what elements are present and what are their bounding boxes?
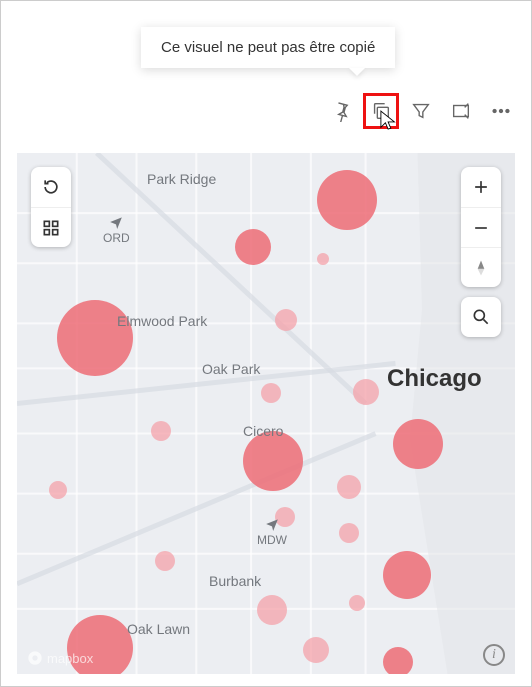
data-bubble[interactable] <box>317 253 329 265</box>
focus-icon <box>450 100 472 122</box>
pin-icon <box>330 100 352 122</box>
data-bubble[interactable] <box>317 170 377 230</box>
data-bubble[interactable] <box>151 421 171 441</box>
pin-button[interactable] <box>323 93 359 129</box>
map-info-button[interactable]: i <box>483 644 505 666</box>
data-bubble[interactable] <box>383 647 413 674</box>
data-bubble[interactable] <box>349 595 365 611</box>
compass-button[interactable] <box>461 247 501 287</box>
data-bubble[interactable] <box>275 309 297 331</box>
ellipsis-icon <box>490 100 512 122</box>
data-bubble[interactable] <box>57 300 133 376</box>
tooltip-text: Ce visuel ne peut pas être copié <box>161 39 375 56</box>
focus-mode-button[interactable] <box>443 93 479 129</box>
selection-zoom-button[interactable] <box>461 297 501 337</box>
rotate-icon <box>41 177 61 197</box>
mapbox-attribution-text: mapbox <box>47 651 93 666</box>
airport-mdw: MDW <box>257 517 287 547</box>
filter-icon <box>410 100 432 122</box>
mapbox-attribution: mapbox <box>27 650 93 666</box>
label-chicago: Chicago <box>387 365 482 393</box>
data-bubble[interactable] <box>337 475 361 499</box>
rotate-button[interactable] <box>31 167 71 207</box>
data-bubble[interactable] <box>393 419 443 469</box>
mapbox-logo-icon <box>27 650 43 666</box>
airport-mdw-code: MDW <box>257 533 287 547</box>
label-oak-park: Oak Park <box>202 361 260 377</box>
data-bubble[interactable] <box>257 595 287 625</box>
airport-ord-code: ORD <box>103 231 130 245</box>
label-cicero: Cicero <box>243 423 283 439</box>
data-bubble[interactable] <box>243 431 303 491</box>
map-nav-controls <box>31 167 71 247</box>
compass-icon <box>471 258 491 278</box>
data-bubble[interactable] <box>339 523 359 543</box>
zoom-in-button[interactable] <box>461 167 501 207</box>
more-options-button[interactable] <box>483 93 519 129</box>
data-bubble[interactable] <box>261 383 281 403</box>
zoom-out-button[interactable] <box>461 207 501 247</box>
data-bubble[interactable] <box>353 379 379 405</box>
label-burbank: Burbank <box>209 573 261 589</box>
data-bubble[interactable] <box>383 551 431 599</box>
label-oak-lawn: Oak Lawn <box>127 621 190 637</box>
fit-extent-button[interactable] <box>31 207 71 247</box>
filter-button[interactable] <box>403 93 439 129</box>
plane-icon <box>265 517 279 531</box>
data-bubble[interactable] <box>155 551 175 571</box>
visual-toolbar <box>323 93 519 129</box>
plus-icon <box>471 177 491 197</box>
copy-visual-button[interactable] <box>363 93 399 129</box>
plane-icon <box>109 215 123 229</box>
airport-ord: ORD <box>103 215 130 245</box>
data-bubble[interactable] <box>49 481 67 499</box>
label-park-ridge: Park Ridge <box>147 171 216 187</box>
minus-icon <box>471 218 491 238</box>
magnifier-icon <box>471 307 491 327</box>
map-zoom-controls <box>461 167 501 337</box>
extent-icon <box>41 218 61 238</box>
tooltip-cannot-copy: Ce visuel ne peut pas être copié <box>141 27 395 68</box>
label-elmwood-park: Elmwood Park <box>117 313 207 329</box>
map-canvas[interactable]: Park Ridge Elmwood Park Oak Park Chicago… <box>17 153 515 674</box>
data-bubble[interactable] <box>235 229 271 265</box>
copy-icon <box>370 100 392 122</box>
data-bubble[interactable] <box>303 637 329 663</box>
